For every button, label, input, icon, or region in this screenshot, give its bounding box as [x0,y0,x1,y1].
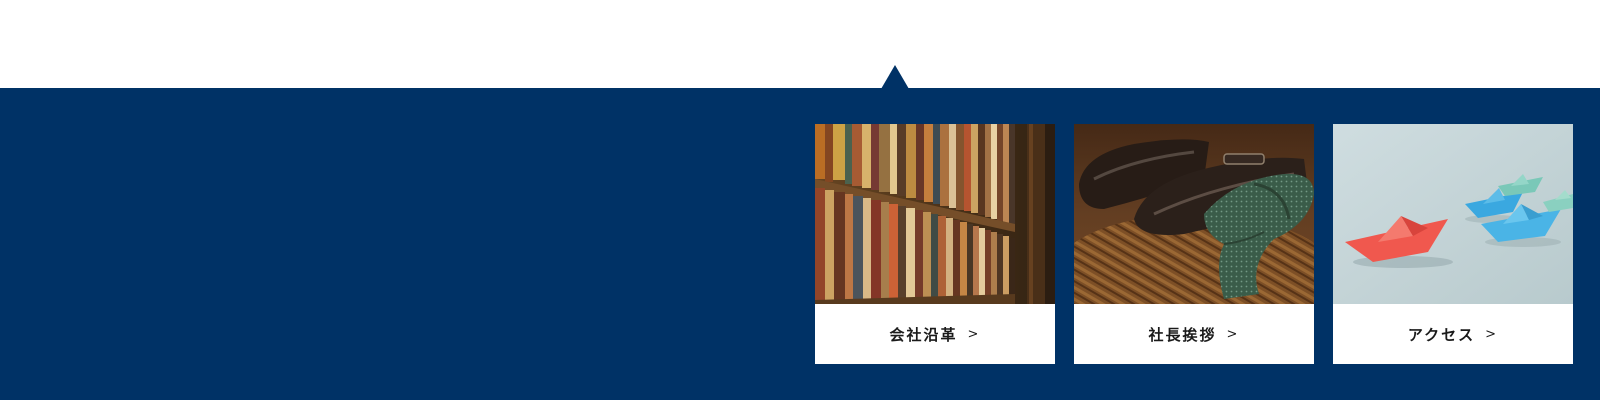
card-caption: 社長挨拶 > [1074,304,1314,364]
menu-pointer-triangle [881,65,909,89]
card-label: 社長挨拶 [1148,325,1217,344]
paper-boats-image [1333,124,1573,304]
card-company-history[interactable]: 会社沿革 > [815,124,1055,364]
card-caption: アクセス > [1333,304,1573,364]
card-caption: 会社沿革 > [815,304,1055,364]
card-label: アクセス [1407,325,1476,344]
chevron-right-icon: > [1485,326,1499,342]
card-access[interactable]: アクセス > [1333,124,1573,364]
shoes-and-tie-image [1074,124,1314,304]
top-white-area [0,0,1600,88]
chevron-right-icon: > [967,326,981,342]
card-label: 会社沿革 [889,325,958,344]
bookshelf-image [815,124,1055,304]
chevron-right-icon: > [1226,326,1240,342]
card-president-message[interactable]: 社長挨拶 > [1074,124,1314,364]
